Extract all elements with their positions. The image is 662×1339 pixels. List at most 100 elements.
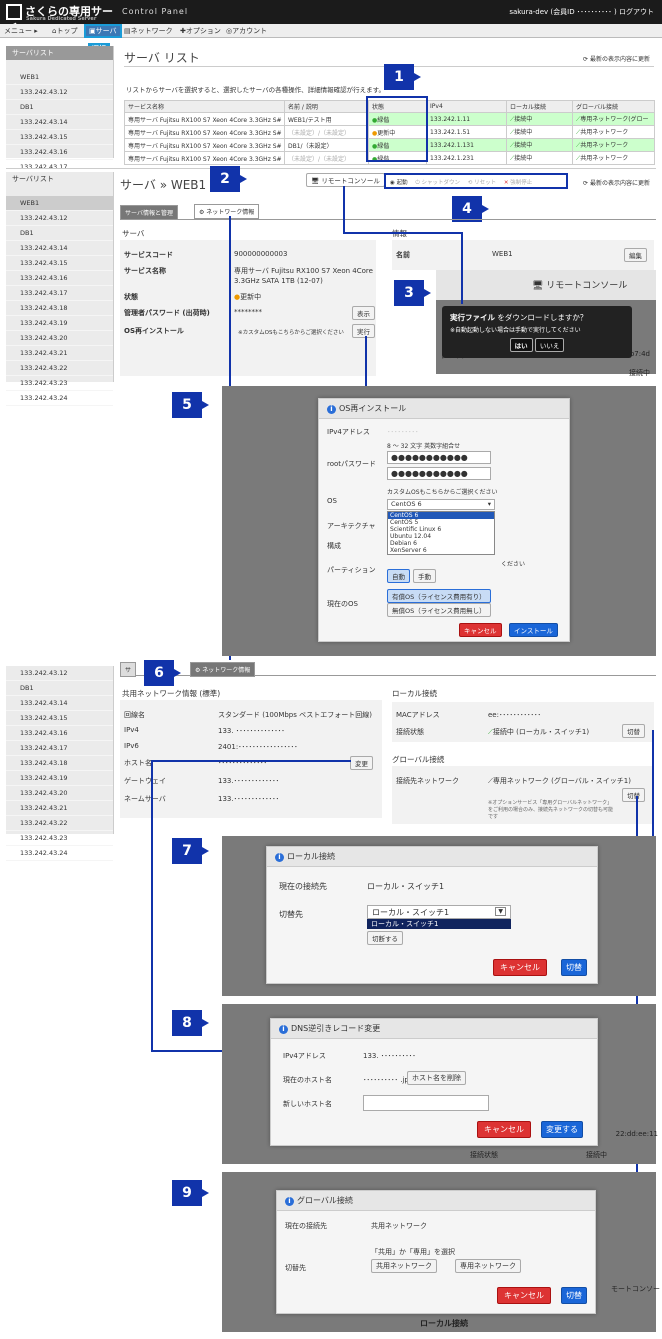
sidebar-item[interactable]: 133.242.43.23 [6,376,113,391]
col-header[interactable]: グローバル接続 [572,100,655,113]
sidebar-item[interactable]: 133.242.43.16 [6,271,113,286]
menu-server[interactable]: ▣サーバ [84,24,122,38]
refresh-link-2[interactable]: ⟳ 最新の表示内容に更新 [583,178,650,187]
root-password-confirm[interactable]: ●●●●●●●●●●● [387,467,491,480]
tab-network-info[interactable]: ⚙ ネットワーク情報 [190,662,256,677]
cancel-button[interactable]: キャンセル [459,623,502,637]
logo[interactable]: さくらの専用サーバSakura Dedicated Server [6,3,118,35]
cell: WEB1/テスト用 [284,112,369,126]
col-header[interactable]: 名前 / 説明 [284,100,369,113]
sidebar-item[interactable]: DB1 [6,226,113,241]
tab-network-info[interactable]: ⚙ ネットワーク情報 [194,204,260,219]
install-button[interactable]: インストール [509,623,558,637]
sidebar-item[interactable]: 133.242.43.23 [6,831,113,846]
menu-label[interactable]: メニュー ▸ [4,26,38,36]
switch-button[interactable]: 切替 [561,959,587,976]
show-password-button[interactable]: 表示 [352,306,375,320]
os-option[interactable]: Debian 6 [388,540,494,547]
paid-os-button[interactable]: 有償OS（ライセンス費用有り） [387,589,491,603]
sidebar-item[interactable]: 133.242.43.12 [6,666,113,681]
os-option[interactable]: Ubuntu 12.04 [388,533,494,540]
sidebar-item[interactable]: 133.242.43.17 [6,286,113,301]
disconnect-button[interactable]: 切断する [367,931,403,945]
col-header[interactable]: サービス名称 [124,100,285,113]
sidebar-item-active[interactable]: WEB1 [6,196,113,211]
sidebar-item[interactable]: 133.242.43.24 [6,846,113,861]
cancel-button[interactable]: キャンセル [493,959,547,976]
tab-server-info[interactable]: サ [120,662,137,677]
switch-button[interactable]: 切替 [561,1287,587,1304]
os-select[interactable]: CentOS 6 ▾ [387,499,495,510]
new-hostname-input[interactable] [363,1095,489,1111]
cell: DB1/（未設定） [284,138,369,152]
os-option[interactable]: XenServer 6 [388,547,494,554]
reset-button[interactable]: ⟲ リセット [468,180,496,186]
shared-network-button[interactable]: 共用ネットワーク [371,1259,437,1273]
hostname-change-button[interactable]: 変更 [350,756,373,770]
sidebar-item[interactable]: 133.242.43.14 [6,241,113,256]
no-button[interactable]: いいえ [534,338,565,352]
col-header[interactable]: IPv4 [426,100,507,113]
local-switch-button[interactable]: 切替 [622,724,645,738]
change-button[interactable]: 変更する [541,1121,583,1138]
sidebar-item[interactable]: DB1 [6,681,113,696]
edit-name-button[interactable]: 編集 [624,248,647,262]
partition-manual[interactable]: 手動 [413,569,436,583]
sidebar-item[interactable]: 133.242.43.22 [6,816,113,831]
sidebar-item[interactable]: 133.242.43.20 [6,786,113,801]
field-label: 管理者パスワード (出荷時) [124,309,210,317]
sidebar-item[interactable]: 133.242.43.16 [6,726,113,741]
sidebar-item[interactable]: 133.242.43.19 [6,771,113,786]
menu-account[interactable]: ◎アカウント [226,26,267,36]
refresh-link[interactable]: ⟳ 最新の表示内容に更新 [583,54,650,63]
os-option[interactable]: Scientific Linux 6 [388,526,494,533]
tab-server-info[interactable]: サーバ情報と管理 [120,205,178,220]
cancel-button[interactable]: キャンセル [477,1121,531,1138]
sidebar-item[interactable]: 133.242.43.12 [6,85,113,100]
note: ※オプションサービス「専用グローバルネットワーク」をご利用の場合のみ、接続先ネッ… [488,800,614,820]
col-header[interactable]: ローカル接続 [506,100,573,113]
force-stop-button[interactable]: ✕ 強制停止 [504,180,532,186]
sidebar-item[interactable]: WEB1 [6,70,113,85]
os-option[interactable]: CentOS 6 [388,512,494,519]
partition-auto[interactable]: 自動 [387,569,410,583]
global-switch-button[interactable]: 切替 [622,788,645,802]
sidebar-item[interactable]: DB1 [6,100,113,115]
sidebar-item[interactable]: 133.242.43.15 [6,256,113,271]
sidebar-item[interactable]: 133.242.43.17 [6,741,113,756]
sidebar-item[interactable]: 133.242.43.21 [6,801,113,816]
page-title: サーバ リスト [124,51,200,65]
delete-hostname-button[interactable]: ホスト名を削除 [407,1071,466,1085]
shutdown-button[interactable]: ⏻ シャットダウン [415,180,460,186]
user-info[interactable]: sakura-dev (会員ID ･･････････ ) ログアウト [509,7,654,17]
sidebar-item[interactable]: 133.242.43.15 [6,711,113,726]
sidebar-item[interactable]: 133.242.43.12 [6,211,113,226]
cancel-button[interactable]: キャンセル [497,1287,551,1304]
sidebar-item[interactable]: 133.242.43.18 [6,301,113,316]
sidebar-item[interactable]: 133.242.43.24 [6,391,113,406]
sidebar-item[interactable]: 133.242.43.20 [6,331,113,346]
sidebar-item[interactable]: 133.242.43.16 [6,145,113,160]
local-switch-option[interactable]: ローカル・スイッチ1 [367,919,511,929]
field-value: ⟋接続中 (ローカル・スイッチ1) [488,728,590,736]
sidebar-item[interactable]: 133.242.43.19 [6,316,113,331]
menu-network[interactable]: ▤ネットワーク [124,26,173,36]
remote-console-button[interactable]: 🖥 リモートコンソール [306,173,385,187]
start-button[interactable]: ◉ 起動 [390,180,408,186]
menu-option[interactable]: ✚オプション [180,26,221,36]
sidebar-item[interactable]: 133.242.43.14 [6,115,113,130]
local-switch-select[interactable]: ローカル・スイッチ1 ▼ [367,905,511,919]
free-os-button[interactable]: 無償OS（ライセンス費用無し） [387,603,491,617]
dedicated-network-button[interactable]: 専用ネットワーク [455,1259,521,1273]
sidebar-item[interactable]: 133.242.43.18 [6,756,113,771]
yes-button[interactable]: はい [509,338,533,352]
sidebar-item[interactable]: 133.242.43.22 [6,361,113,376]
os-option[interactable]: CentOS 5 [388,519,494,526]
sidebar-item[interactable]: 133.242.43.15 [6,130,113,145]
sidebar-item[interactable]: 133.242.43.21 [6,346,113,361]
step-badge-9: 9 [172,1180,209,1206]
reinstall-exec-button[interactable]: 実行 [352,324,375,338]
menu-top[interactable]: ⌂トップ [52,26,77,36]
root-password-input[interactable]: ●●●●●●●●●●● [387,451,491,464]
sidebar-item[interactable]: 133.242.43.14 [6,696,113,711]
